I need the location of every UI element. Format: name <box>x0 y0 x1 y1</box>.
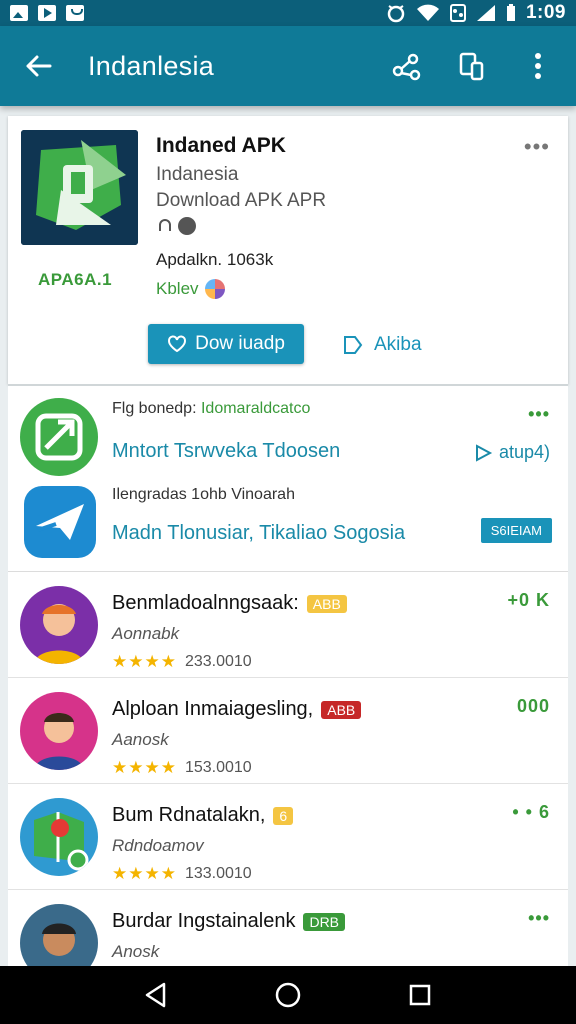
devices-icon <box>459 52 484 81</box>
status-bar: 1:09 <box>0 0 576 26</box>
list-item[interactable]: Alploan Inmaiagesling, ABB Aanosk ★★★★ 153… <box>8 678 568 784</box>
chart-app-icon <box>35 413 83 461</box>
app-rating: ★★★★ 233.0010 <box>112 652 252 671</box>
app-bar: Indanlesia <box>0 26 576 106</box>
bag-notification-icon <box>66 5 84 21</box>
list-item[interactable]: Bum Rdnatalakn, 6 Rdndoamov ★★★★ 133.0010 … <box>8 784 568 890</box>
avatar-icon <box>34 713 84 770</box>
download-button-label: Dow iuadp <box>195 333 285 354</box>
promo-title: Mntort Tsrwveka Tdoosen <box>112 440 341 462</box>
star-rating-icon: ★★★★ <box>112 652 177 671</box>
system-nav-bar <box>0 966 576 1024</box>
secondary-button-label: Akiba <box>374 334 422 355</box>
promo-badge[interactable]: S6IEIAM <box>480 518 552 543</box>
download-description: Download APK APR <box>156 190 327 211</box>
app-subtitle: Anosk <box>112 942 160 961</box>
app-icon-maps <box>20 798 98 876</box>
more-vertical-icon <box>535 53 541 79</box>
share-icon <box>392 53 421 81</box>
share-button[interactable] <box>390 50 422 82</box>
star-rating-icon: ★★★★ <box>112 758 177 777</box>
promo-title: Madn Tlonusiar, Tikaliao Sogosia <box>112 522 406 544</box>
list-item[interactable]: Benmladoalnngsaak: ABB Aonnabk ★★★★ 233.00… <box>8 572 568 678</box>
settings-icon <box>178 217 196 235</box>
app-more-button[interactable]: 000 <box>517 696 550 717</box>
paper-plane-icon <box>36 504 84 540</box>
avatar-icon <box>34 604 84 664</box>
circle-home-icon <box>275 982 301 1008</box>
clock: 1:09 <box>525 2 566 23</box>
app-avatar <box>20 692 98 770</box>
app-avatar <box>20 904 98 966</box>
app-size: Apdalkn. 1063k <box>156 250 274 269</box>
star-rating-icon: ★★★★ <box>112 864 177 883</box>
promo-line1: Flg bonedp: Idomaraldcatco <box>112 400 311 417</box>
promo-action-label: atup4) <box>498 442 550 462</box>
map-app-icon <box>34 812 89 871</box>
app-title: Alploan Inmaiagesling, ABB <box>112 698 362 721</box>
developer-name[interactable]: Indanesia <box>156 164 238 186</box>
list-item[interactable]: Flg bonedp: Idomaraldcatco Mntort Tsrwve… <box>8 386 568 478</box>
nav-home-button[interactable] <box>270 977 306 1013</box>
info-icons <box>156 217 196 235</box>
globe-icon <box>204 279 225 299</box>
play-notification-icon <box>38 5 56 21</box>
promo-line1: Ilengradas 1ohb Vinoarah <box>112 486 295 503</box>
secondary-button[interactable]: Akiba <box>342 328 422 362</box>
app-more-button[interactable]: +0 K <box>507 590 550 611</box>
app-subtitle: Rdndoamov <box>112 836 204 855</box>
promo-more-button[interactable]: ••• <box>528 404 550 425</box>
app-rating: ★★★★ 153.0010 <box>112 758 252 777</box>
app-rating: ★★★★ 133.0010 <box>112 864 252 883</box>
app-logo-icon <box>21 130 138 245</box>
app-title: Bum Rdnatalakn, 6 <box>112 804 294 827</box>
image-notification-icon <box>10 5 28 21</box>
app-bar-actions <box>390 50 554 82</box>
app-title: Benmladoalnngsaak: ABB <box>112 592 347 615</box>
square-recents-icon <box>409 984 431 1006</box>
app-name: Indaned APK <box>156 134 286 157</box>
kb-label: Kblev <box>156 279 199 298</box>
app-more-button[interactable]: • • 6 <box>512 802 550 823</box>
link-icon <box>159 219 171 231</box>
app-list: Flg bonedp: Idomaraldcatco Mntort Tsrwve… <box>8 384 568 966</box>
status-system-icons: 1:09 <box>386 2 566 24</box>
heart-icon <box>168 335 187 353</box>
nav-recents-button[interactable] <box>402 977 438 1013</box>
app-more-button[interactable]: ••• <box>528 908 550 929</box>
app-title: Burdar Ingstainalenk DRB <box>112 910 346 933</box>
back-button[interactable] <box>16 44 60 88</box>
app-subtitle: Aanosk <box>112 730 169 749</box>
list-item[interactable]: Burdar Ingstainalenk DRB Anosk ••• <box>8 890 568 966</box>
overflow-menu-button[interactable] <box>522 50 554 82</box>
status-notifications <box>10 5 84 21</box>
list-item[interactable]: Ilengradas 1ohb Vinoarah Madn Tlonusiar,… <box>8 478 568 572</box>
promo-app-icon <box>20 398 98 476</box>
devices-button[interactable] <box>456 50 488 82</box>
apk-version-label: APA6A.1 <box>38 270 113 289</box>
alarm-icon <box>387 5 405 23</box>
tag-icon <box>344 336 363 354</box>
data-icon <box>449 4 466 22</box>
play-outline-icon <box>475 443 493 462</box>
app-avatar <box>20 586 98 664</box>
promo-action-button[interactable]: atup4) <box>473 442 550 463</box>
triangle-back-icon <box>145 982 166 1008</box>
wifi-icon <box>416 4 439 21</box>
promo-app-icon <box>24 486 96 558</box>
app-detail-card: APA6A.1 Indaned APK Indanesia Download A… <box>8 116 568 384</box>
kb-info: Kblev <box>156 279 225 299</box>
page-title: Indanlesia <box>88 50 215 81</box>
battery-icon <box>506 4 515 21</box>
app-icon[interactable] <box>21 130 138 245</box>
app-subtitle: Aonnabk <box>112 624 180 643</box>
card-more-button[interactable]: ••• <box>524 134 550 160</box>
download-button[interactable]: Dow iuadp <box>148 324 304 364</box>
nav-back-button[interactable] <box>138 977 174 1013</box>
avatar-icon <box>42 923 76 956</box>
signal-icon <box>476 5 495 21</box>
arrow-left-icon <box>26 55 52 77</box>
